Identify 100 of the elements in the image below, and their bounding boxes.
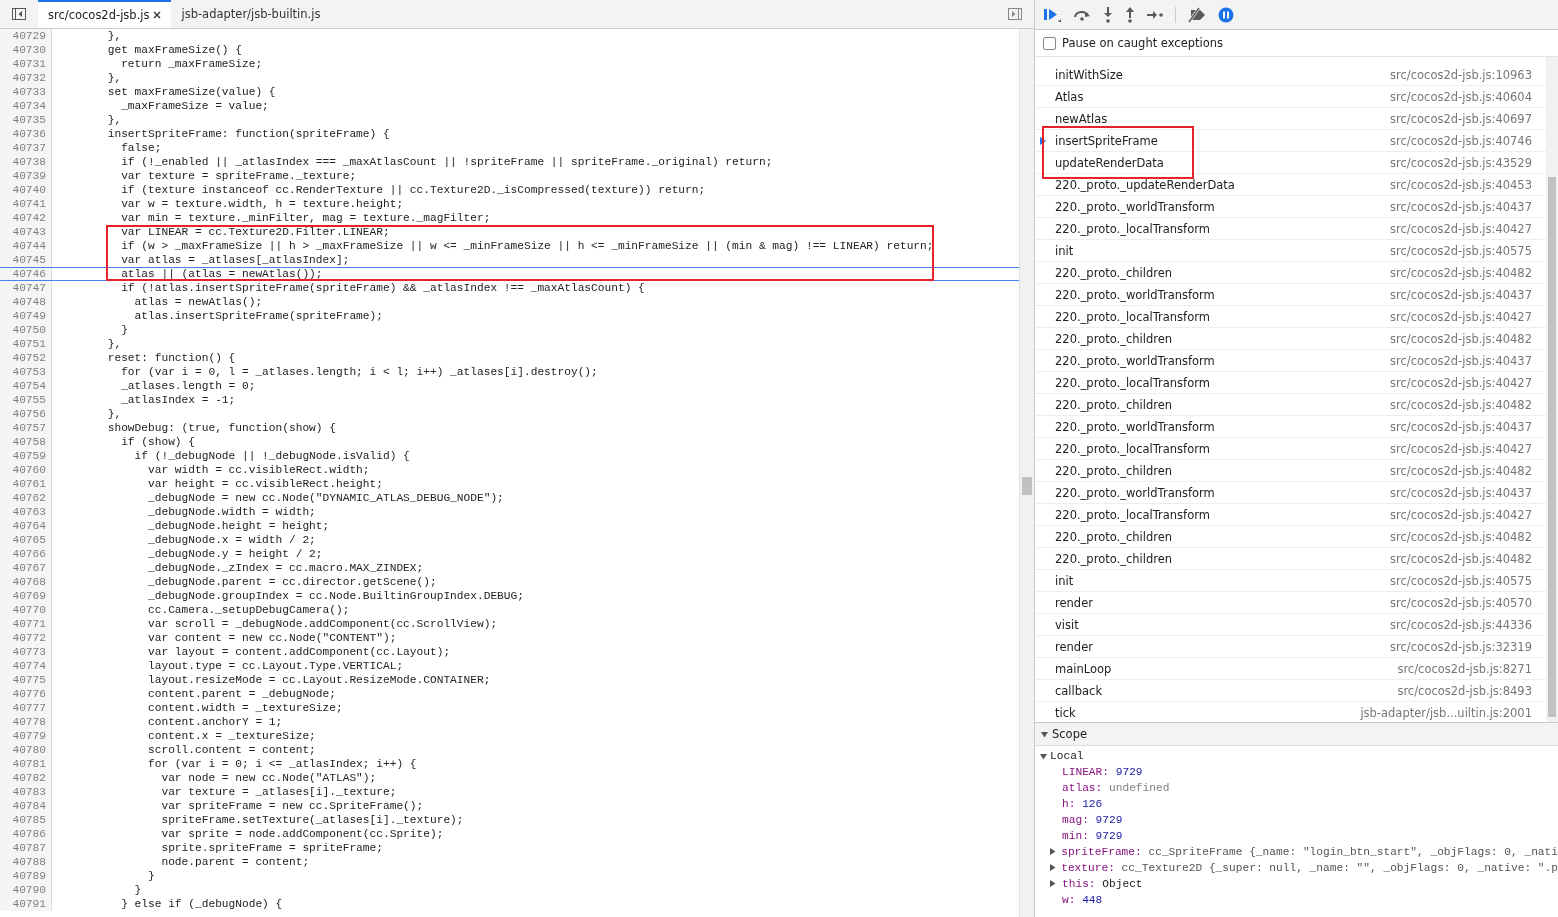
frame-location[interactable]: src/cocos2d-jsb.js:40482	[1390, 463, 1532, 478]
sidebar-toggle-icon[interactable]	[1008, 8, 1022, 20]
frame-location[interactable]: src/cocos2d-jsb.js:43529	[1390, 155, 1532, 170]
frame-name: mainLoop	[1055, 661, 1112, 676]
variable-name: texture:	[1061, 862, 1115, 874]
call-frame[interactable]: 220._proto._updateRenderData src/cocos2d-jsb.js:40453	[1035, 174, 1546, 196]
frame-location[interactable]: src/cocos2d-jsb.js:40427	[1390, 221, 1532, 236]
frame-location[interactable]: src/cocos2d-jsb.js:32319	[1390, 639, 1532, 654]
pause-on-exceptions-icon[interactable]	[1218, 6, 1234, 23]
step-out-icon[interactable]	[1125, 6, 1135, 23]
frame-location[interactable]: src/cocos2d-jsb.js:40575	[1390, 243, 1532, 258]
collapse-arrow-icon[interactable]	[1041, 730, 1048, 738]
call-frame[interactable]: 220._proto._localTransform src/cocos2d-jsb.js:40427	[1035, 372, 1546, 394]
variable-value: 9729	[1094, 830, 1123, 842]
code-text: _debugNode.groupIndex = cc.Node.BuiltinGroupIndex.DEBUG;	[147, 589, 524, 603]
call-frame[interactable]: 220._proto._localTransform src/cocos2d-jsb.js:40427	[1035, 306, 1546, 328]
code-text: },	[106, 113, 122, 127]
frame-location[interactable]: jsb-adapter/jsb...uiltin.js:2001	[1360, 705, 1532, 720]
frame-location[interactable]: src/cocos2d-jsb.js:40437	[1390, 199, 1532, 214]
step-into-icon[interactable]	[1103, 6, 1113, 23]
call-frame[interactable]: 220._proto._worldTransform src/cocos2d-jsb.js:40437	[1035, 284, 1546, 306]
call-frame[interactable]: 220._proto._children src/cocos2d-jsb.js:40482	[1035, 394, 1546, 416]
line-number: 40733	[0, 85, 52, 99]
frame-location[interactable]: src/cocos2d-jsb.js:40604	[1390, 89, 1532, 104]
frame-location[interactable]: src/cocos2d-jsb.js:40453	[1390, 177, 1532, 192]
call-frame[interactable]: 220._proto._localTransform src/cocos2d-jsb.js:40427	[1035, 504, 1546, 526]
call-frame[interactable]: 220._proto._children src/cocos2d-jsb.js:40482	[1035, 548, 1546, 570]
call-frame[interactable]: 220._proto._worldTransform src/cocos2d-jsb.js:40437	[1035, 482, 1546, 504]
expand-arrow-icon[interactable]	[1049, 847, 1056, 855]
collapse-arrow-icon[interactable]	[1040, 752, 1047, 760]
frame-name: 220._proto._localTransform	[1055, 507, 1210, 522]
call-frame[interactable]: 220._proto._children src/cocos2d-jsb.js:40482	[1035, 262, 1546, 284]
expand-arrow-icon[interactable]	[1049, 863, 1056, 871]
frame-location[interactable]: src/cocos2d-jsb.js:40575	[1390, 573, 1532, 588]
call-frame[interactable]: 220._proto._localTransform src/cocos2d-jsb.js:40427	[1035, 438, 1546, 460]
line-number: 40759	[0, 449, 52, 463]
frame-location[interactable]: src/cocos2d-jsb.js:40570	[1390, 595, 1532, 610]
frame-location[interactable]: src/cocos2d-jsb.js:44336	[1390, 617, 1532, 632]
line-number: 40736	[0, 127, 52, 141]
frame-location[interactable]: src/cocos2d-jsb.js:40437	[1390, 419, 1532, 434]
step-icon[interactable]	[1147, 9, 1163, 20]
line-number: 40756	[0, 407, 52, 421]
frame-location[interactable]: src/cocos2d-jsb.js:40437	[1390, 353, 1532, 368]
resume-icon[interactable]	[1043, 6, 1061, 23]
call-frame[interactable]: callback src/cocos2d-jsb.js:8493	[1035, 680, 1546, 702]
sidebar-toggle-icon[interactable]	[12, 8, 26, 20]
frame-location[interactable]: src/cocos2d-jsb.js:40482	[1390, 331, 1532, 346]
call-frame[interactable]: updateRenderData src/cocos2d-jsb.js:43529	[1035, 152, 1546, 174]
frame-location[interactable]: src/cocos2d-jsb.js:8271	[1397, 661, 1532, 676]
code-text: if (!_debugNode || !_debugNode.isValid) {	[133, 449, 410, 463]
expand-arrow-icon[interactable]	[1049, 879, 1056, 887]
frame-location[interactable]: src/cocos2d-jsb.js:10963	[1390, 67, 1532, 82]
call-frame[interactable]: 220._proto._worldTransform src/cocos2d-jsb.js:40437	[1035, 196, 1546, 218]
call-frame[interactable]: 220._proto._worldTransform src/cocos2d-jsb.js:40437	[1035, 350, 1546, 372]
call-frame[interactable]: 220._proto._children src/cocos2d-jsb.js:40482	[1035, 328, 1546, 350]
close-icon[interactable]	[153, 11, 162, 19]
line-number: 40763	[0, 505, 52, 519]
frame-location[interactable]: src/cocos2d-jsb.js:40437	[1390, 485, 1532, 500]
frame-location[interactable]: src/cocos2d-jsb.js:40427	[1390, 375, 1532, 390]
call-frame[interactable]: init src/cocos2d-jsb.js:40575	[1035, 240, 1546, 262]
call-frame[interactable]: 220._proto._localTransform src/cocos2d-jsb.js:40427	[1035, 218, 1546, 240]
checkbox[interactable]	[1043, 36, 1056, 50]
frame-location[interactable]: src/cocos2d-jsb.js:40482	[1390, 397, 1532, 412]
step-over-icon[interactable]	[1073, 8, 1091, 21]
file-tab[interactable]: jsb-adapter/jsb-builtin.js	[171, 0, 331, 28]
scrollbar[interactable]	[1546, 57, 1558, 722]
line-number: 40761	[0, 477, 52, 491]
line-number: 40785	[0, 813, 52, 827]
frame-location[interactable]: src/cocos2d-jsb.js:40482	[1390, 265, 1532, 280]
scope-header[interactable]: Scope	[1035, 723, 1558, 746]
call-frame[interactable]: render src/cocos2d-jsb.js:32319	[1035, 636, 1546, 658]
line-number: 40783	[0, 785, 52, 799]
call-frame[interactable]: Atlas src/cocos2d-jsb.js:40604	[1035, 86, 1546, 108]
file-tab[interactable]: src/cocos2d-jsb.js	[38, 0, 172, 28]
scrollbar[interactable]	[1019, 29, 1034, 917]
code-text: } else if (_debugNode) {	[120, 897, 283, 911]
call-frame[interactable]: 220._proto._children src/cocos2d-jsb.js:40482	[1035, 526, 1546, 548]
frame-location[interactable]: src/cocos2d-jsb.js:40746	[1390, 133, 1532, 148]
frame-location[interactable]: src/cocos2d-jsb.js:40482	[1390, 529, 1532, 544]
code-text: content.parent = _debugNode;	[147, 687, 336, 701]
call-frame[interactable]: newAtlas src/cocos2d-jsb.js:40697	[1035, 108, 1546, 130]
frame-location[interactable]: src/cocos2d-jsb.js:40437	[1390, 287, 1532, 302]
frame-name: 220._proto._localTransform	[1055, 221, 1210, 236]
frame-location[interactable]: src/cocos2d-jsb.js:8493	[1397, 683, 1532, 698]
frame-location[interactable]: src/cocos2d-jsb.js:40427	[1390, 507, 1532, 522]
call-frame[interactable]: init src/cocos2d-jsb.js:40575	[1035, 570, 1546, 592]
call-frame[interactable]: 220._proto._worldTransform src/cocos2d-jsb.js:40437	[1035, 416, 1546, 438]
frame-location[interactable]: src/cocos2d-jsb.js:40427	[1390, 309, 1532, 324]
deactivate-breakpoints-icon[interactable]	[1188, 6, 1206, 23]
call-frame[interactable]: visit src/cocos2d-jsb.js:44336	[1035, 614, 1546, 636]
frame-location[interactable]: src/cocos2d-jsb.js:40482	[1390, 551, 1532, 566]
call-frame[interactable]: initWithSize src/cocos2d-jsb.js:10963	[1035, 64, 1546, 86]
frame-location[interactable]: src/cocos2d-jsb.js:40697	[1390, 111, 1532, 126]
variable-value: 9729	[1094, 814, 1123, 826]
frame-location[interactable]: src/cocos2d-jsb.js:40427	[1390, 441, 1532, 456]
code-text: var w = texture.width, h = texture.height;	[120, 197, 404, 211]
call-frame[interactable]: 220._proto._children src/cocos2d-jsb.js:40482	[1035, 460, 1546, 482]
call-frame[interactable]: render src/cocos2d-jsb.js:40570	[1035, 592, 1546, 614]
call-frame[interactable]: mainLoop src/cocos2d-jsb.js:8271	[1035, 658, 1546, 680]
call-frame[interactable]: insertSpriteFrame src/cocos2d-jsb.js:40746	[1035, 130, 1546, 152]
